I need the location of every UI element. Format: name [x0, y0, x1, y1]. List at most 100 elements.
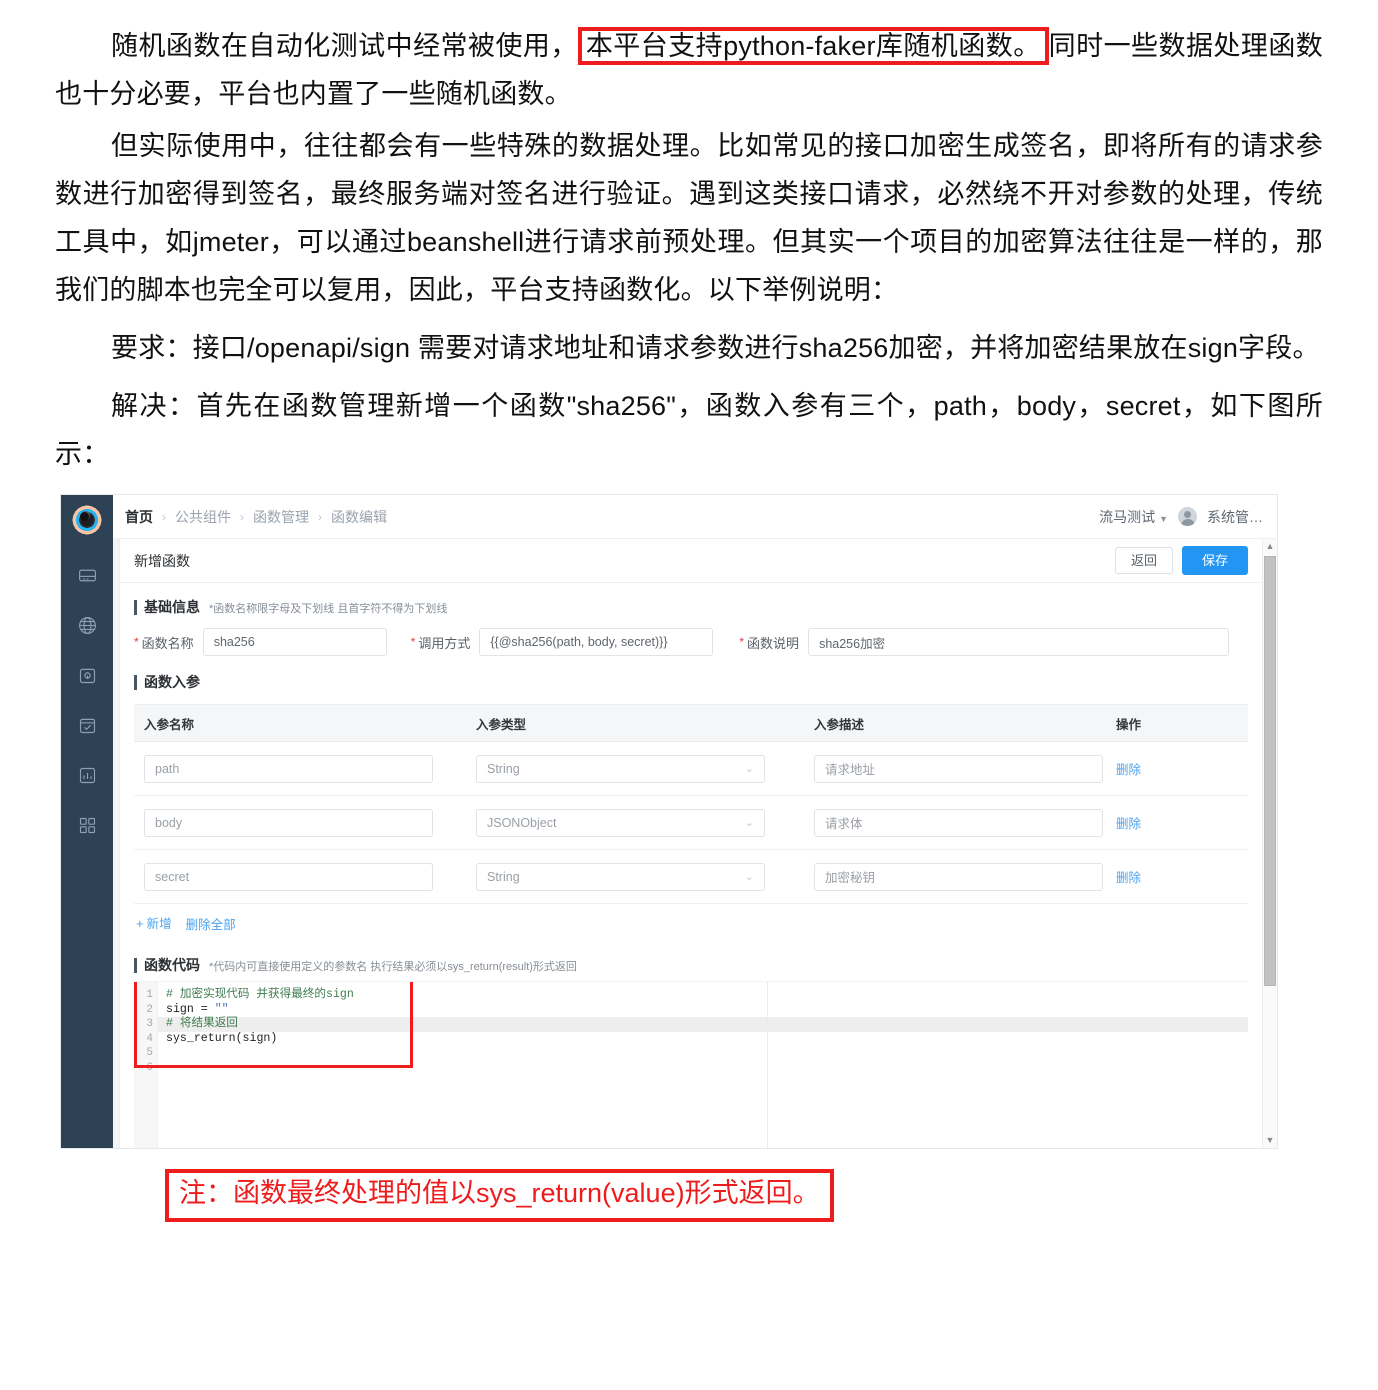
line-number: 3 — [146, 1018, 153, 1031]
code-string: "" — [214, 1002, 229, 1016]
delete-link-2[interactable]: 删除 — [1116, 871, 1141, 885]
sidebar-item-assets[interactable] — [72, 663, 102, 693]
param-desc-input-0[interactable]: 请求地址 — [814, 754, 1103, 783]
code-comment: # 将结果返回 — [166, 1017, 238, 1031]
required-star: * — [134, 635, 139, 649]
field-label-function-desc: 函数说明 — [747, 635, 800, 651]
field-function-name: * 函数名称 sha256 — [134, 628, 387, 656]
delete-all-button[interactable]: 删除全部 — [186, 914, 236, 933]
breadcrumb-item-home[interactable]: 首页 — [125, 507, 153, 527]
param-type-value-1: JSONObject — [487, 815, 557, 830]
line-number: 1 — [146, 989, 153, 1001]
app-main: 新增函数 返回 保存 基础信息 *函数名称限字母及下划线 且首字符不得为下划线 … — [119, 539, 1262, 1148]
chevron-down-icon: ⌄ — [744, 817, 754, 829]
paragraph-2: 但实际使用中，往往都会有一些特殊的数据处理。比如常见的接口加密生成签名，即将所有… — [55, 131, 1323, 305]
sidebar-item-apps[interactable] — [72, 813, 102, 843]
field-label-call-method: 调用方式 — [418, 635, 471, 651]
code-editor[interactable]: 1 2 3 4 5 6 # 加密实现代码 并获得最终的sign sign = "… — [134, 981, 1248, 1148]
server-icon — [77, 565, 98, 591]
chevron-down-icon: ▼ — [1159, 513, 1168, 524]
add-param-button[interactable]: + 新增 — [136, 913, 172, 933]
code-line-4: sys_return(sign) — [166, 1032, 1248, 1047]
report-chart-icon — [77, 765, 98, 791]
paragraph-4: 解决：首先在函数管理新增一个函数"sha256"，函数入参有三个，path，bo… — [55, 391, 1323, 469]
required-star: * — [739, 635, 745, 649]
breadcrumb-item-function-manage[interactable]: 函数管理 — [253, 507, 309, 527]
code-token: sys_return(sign) — [166, 1031, 278, 1045]
params-section-header: 函数入参 — [120, 656, 1262, 692]
param-type-value-0: String — [487, 761, 520, 776]
breadcrumb-item-function-edit[interactable]: 函数编辑 — [331, 507, 387, 527]
box-lock-icon — [77, 665, 98, 691]
table-row: path String ⌄ 请求地址 删除 — [134, 742, 1248, 796]
call-method-input[interactable]: {{@sha256(path, body, secret)}} — [479, 628, 714, 656]
section-accent-bar — [134, 957, 137, 973]
code-line-1: # 加密实现代码 并获得最终的sign — [166, 988, 1248, 1003]
param-name-input-1[interactable]: body — [144, 808, 433, 837]
calendar-check-icon — [77, 715, 98, 741]
param-name-input-2[interactable]: secret — [144, 862, 433, 891]
sidebar-item-plan[interactable] — [72, 713, 102, 743]
embedded-app-screenshot: 首页 › 公共组件 › 函数管理 › 函数编辑 流马测试▼ 系统管… 新增函数 — [60, 494, 1278, 1149]
globe-icon — [77, 615, 98, 641]
breadcrumb-separator: › — [318, 509, 322, 524]
paragraph-3: 要求：接口/openapi/sign 需要对请求地址和请求参数进行sha256加… — [111, 333, 1320, 363]
back-button[interactable]: 返回 — [1114, 547, 1173, 574]
param-type-select-0[interactable]: String ⌄ — [476, 754, 765, 783]
delete-link-1[interactable]: 删除 — [1116, 817, 1141, 831]
vertical-scrollbar[interactable]: ▲ ▼ — [1262, 539, 1277, 1148]
highlight-box-faker: 本平台支持python-faker库随机函数。 — [577, 27, 1049, 65]
page-actions: 返回 保存 — [1114, 546, 1248, 575]
breadcrumb-item-components[interactable]: 公共组件 — [175, 507, 231, 527]
column-header-type: 入参类型 — [476, 717, 527, 732]
scroll-down-arrow-icon[interactable]: ▼ — [1266, 1133, 1275, 1148]
code-comment: # 加密实现代码 并获得最终的sign — [166, 988, 354, 1001]
project-selector[interactable]: 流马测试 ▼ — [1099, 507, 1168, 527]
function-desc-input[interactable]: sha256加密 — [808, 628, 1230, 656]
line-number: 6 — [146, 1061, 153, 1074]
param-desc-input-1[interactable]: 请求体 — [814, 808, 1103, 837]
required-star: * — [410, 635, 416, 649]
code-note: *代码内可直接使用定义的参数名 执行结果必须以sys_return(result… — [209, 961, 577, 973]
breadcrumb: 首页 › 公共组件 › 函数管理 › 函数编辑 — [125, 507, 387, 527]
field-label-function-name: 函数名称 — [141, 635, 194, 651]
scroll-up-arrow-icon[interactable]: ▲ — [1266, 539, 1275, 554]
scrollbar-track[interactable] — [1263, 554, 1277, 1133]
code-line-2: sign = "" — [166, 1003, 1248, 1018]
user-name[interactable]: 系统管… — [1207, 507, 1263, 527]
sidebar-item-global[interactable] — [72, 613, 102, 643]
code-text-area[interactable]: # 加密实现代码 并获得最终的sign sign = "" # 将结果返回 sy… — [158, 982, 1248, 1148]
table-row: secret String ⌄ 加密秘钥 删除 — [134, 850, 1248, 904]
plus-icon: + — [136, 916, 144, 931]
code-gutter: 1 2 3 4 5 6 — [134, 982, 158, 1148]
params-table: 入参名称 入参类型 入参描述 操作 path String ⌄ 请求地址 删除 b… — [134, 704, 1248, 904]
caption-wrap: 注：函数最终处理的值以sys_return(value)形式返回。 — [0, 1149, 1378, 1222]
code-title: 函数代码 — [144, 957, 200, 973]
app-logo-icon[interactable] — [70, 503, 104, 537]
code-section-header: 函数代码 *代码内可直接使用定义的参数名 执行结果必须以sys_return(r… — [120, 941, 1262, 975]
params-table-header: 入参名称 入参类型 入参描述 操作 — [134, 704, 1248, 742]
breadcrumb-separator: › — [162, 509, 166, 524]
scrollbar-thumb[interactable] — [1264, 556, 1276, 986]
app-topbar: 首页 › 公共组件 › 函数管理 › 函数编辑 流马测试 ▼ 系统管… — [113, 495, 1277, 539]
page-header: 新增函数 返回 保存 — [120, 539, 1262, 583]
param-desc-input-2[interactable]: 加密秘钥 — [814, 862, 1103, 891]
code-line-3: # 将结果返回 — [166, 1017, 1248, 1032]
param-type-select-2[interactable]: String ⌄ — [476, 862, 765, 891]
breadcrumb-separator: › — [240, 509, 244, 524]
save-button[interactable]: 保存 — [1181, 546, 1248, 575]
basic-info-note: *函数名称限字母及下划线 且首字符不得为下划线 — [209, 603, 448, 615]
param-name-input-0[interactable]: path — [144, 754, 433, 783]
article-body: 随机函数在自动化测试中经常被使用， 本平台支持python-faker库随机函数。… — [0, 0, 1378, 478]
delete-link-0[interactable]: 删除 — [1116, 763, 1141, 777]
params-title: 函数入参 — [144, 674, 200, 690]
avatar[interactable] — [1178, 507, 1197, 526]
sidebar-item-report[interactable] — [72, 763, 102, 793]
sidebar-item-server[interactable] — [72, 563, 102, 593]
paragraph-1: 随机函数在自动化测试中经常被使用， 本平台支持python-faker库随机函数。… — [55, 22, 1323, 118]
basic-info-title: 基础信息 — [144, 599, 200, 615]
param-type-select-1[interactable]: JSONObject ⌄ — [476, 808, 765, 837]
basic-info-section-header: 基础信息 *函数名称限字母及下划线 且首字符不得为下划线 — [120, 583, 1262, 617]
function-name-input[interactable]: sha256 — [202, 628, 387, 656]
